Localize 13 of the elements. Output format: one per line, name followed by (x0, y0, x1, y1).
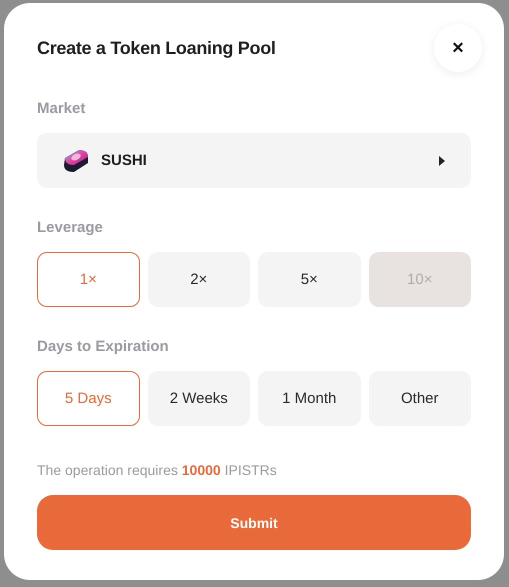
market-select[interactable]: SUSHI (37, 133, 471, 188)
expiration-label: Days to Expiration (37, 338, 170, 355)
caret-icon (439, 156, 445, 166)
option-button[interactable]: Other (368, 371, 471, 426)
option-button[interactable]: 2× (148, 252, 250, 307)
requirement-text: The operation requires 10000 IPISTRs (37, 462, 278, 478)
option-button[interactable]: 2 Weeks (148, 371, 250, 426)
leverage-label: Leverage (37, 219, 104, 236)
dialog-title: Create a Token Loaning Pool (37, 38, 276, 58)
close-button[interactable]: × (434, 24, 482, 72)
market-label: Market (37, 100, 86, 117)
option-button[interactable]: 1 Month (258, 371, 360, 426)
option-button[interactable]: 5× (258, 252, 360, 307)
